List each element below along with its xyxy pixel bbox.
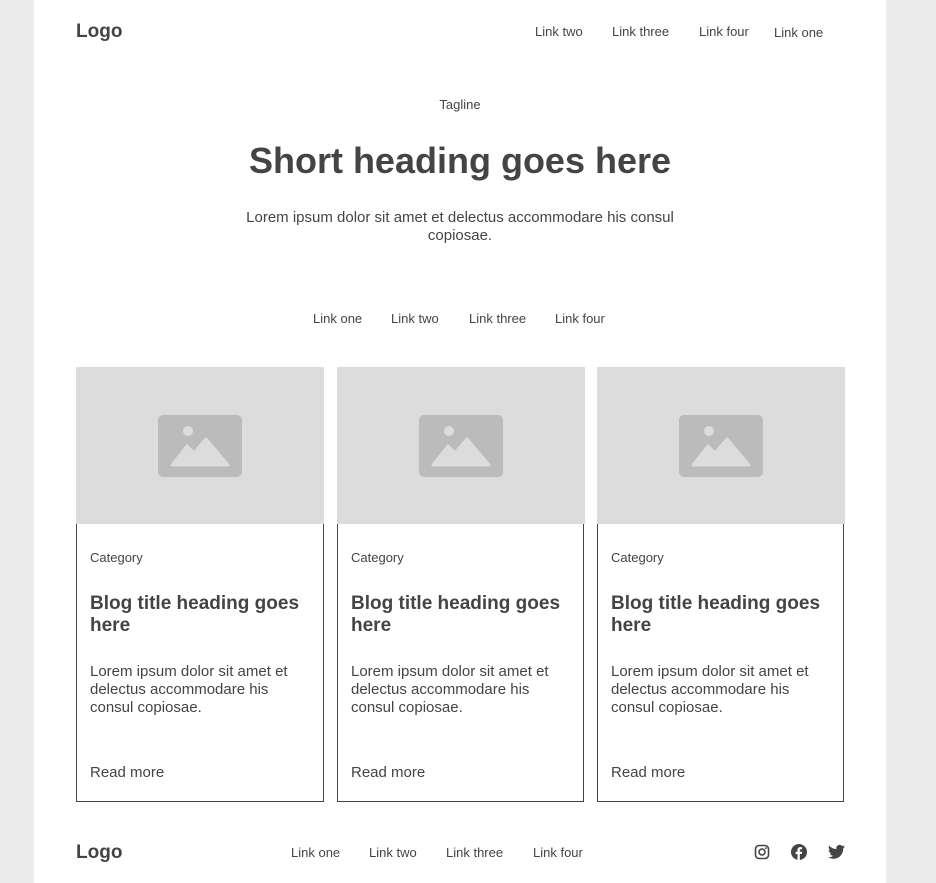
header-link-one[interactable]: Link one [774,25,823,40]
filter-link-two[interactable]: Link two [391,311,439,326]
page-heading: Short heading goes here [248,140,672,181]
card-category: Category [611,550,664,565]
blog-card: Category Blog title heading goes here Lo… [337,367,585,802]
read-more-link[interactable]: Read more [90,764,164,781]
header-link-four[interactable]: Link four [699,24,749,39]
footer-link-two[interactable]: Link two [369,845,417,860]
footer-link-three[interactable]: Link three [446,845,503,860]
hero-text: Lorem ipsum dolor sit amet et delectus a… [246,209,674,244]
card-title[interactable]: Blog title heading goes here [611,593,831,637]
image-placeholder [337,367,585,524]
card-title[interactable]: Blog title heading goes here [90,593,310,637]
instagram-icon[interactable] [754,844,770,860]
header-link-two[interactable]: Link two [535,24,583,39]
card-title[interactable]: Blog title heading goes here [351,593,571,637]
read-more-link[interactable]: Read more [351,764,425,781]
footer-link-four[interactable]: Link four [533,845,583,860]
card-category: Category [351,550,404,565]
tagline: Tagline [439,97,481,112]
image-icon [419,414,503,477]
filter-link-one[interactable]: Link one [313,311,362,326]
filter-link-three[interactable]: Link three [469,311,526,326]
card-category: Category [90,550,143,565]
image-icon [679,414,763,477]
header-link-three[interactable]: Link three [612,24,669,39]
card-text: Lorem ipsum dolor sit amet et delectus a… [351,663,549,716]
footer-link-one[interactable]: Link one [291,845,340,860]
read-more-link[interactable]: Read more [611,764,685,781]
blog-card: Category Blog title heading goes here Lo… [76,367,324,802]
twitter-icon[interactable] [828,844,845,860]
card-text: Lorem ipsum dolor sit amet et delectus a… [90,663,288,716]
image-placeholder [76,367,324,524]
footer-logo[interactable]: Logo [76,842,122,864]
blog-card: Category Blog title heading goes here Lo… [597,367,845,802]
filter-link-four[interactable]: Link four [555,311,605,326]
facebook-icon[interactable] [791,844,807,860]
image-icon [158,414,242,477]
image-placeholder [597,367,845,524]
page: Logo Link two Link three Link four Link … [34,0,886,883]
card-text: Lorem ipsum dolor sit amet et delectus a… [611,663,809,716]
header-logo[interactable]: Logo [76,21,122,43]
